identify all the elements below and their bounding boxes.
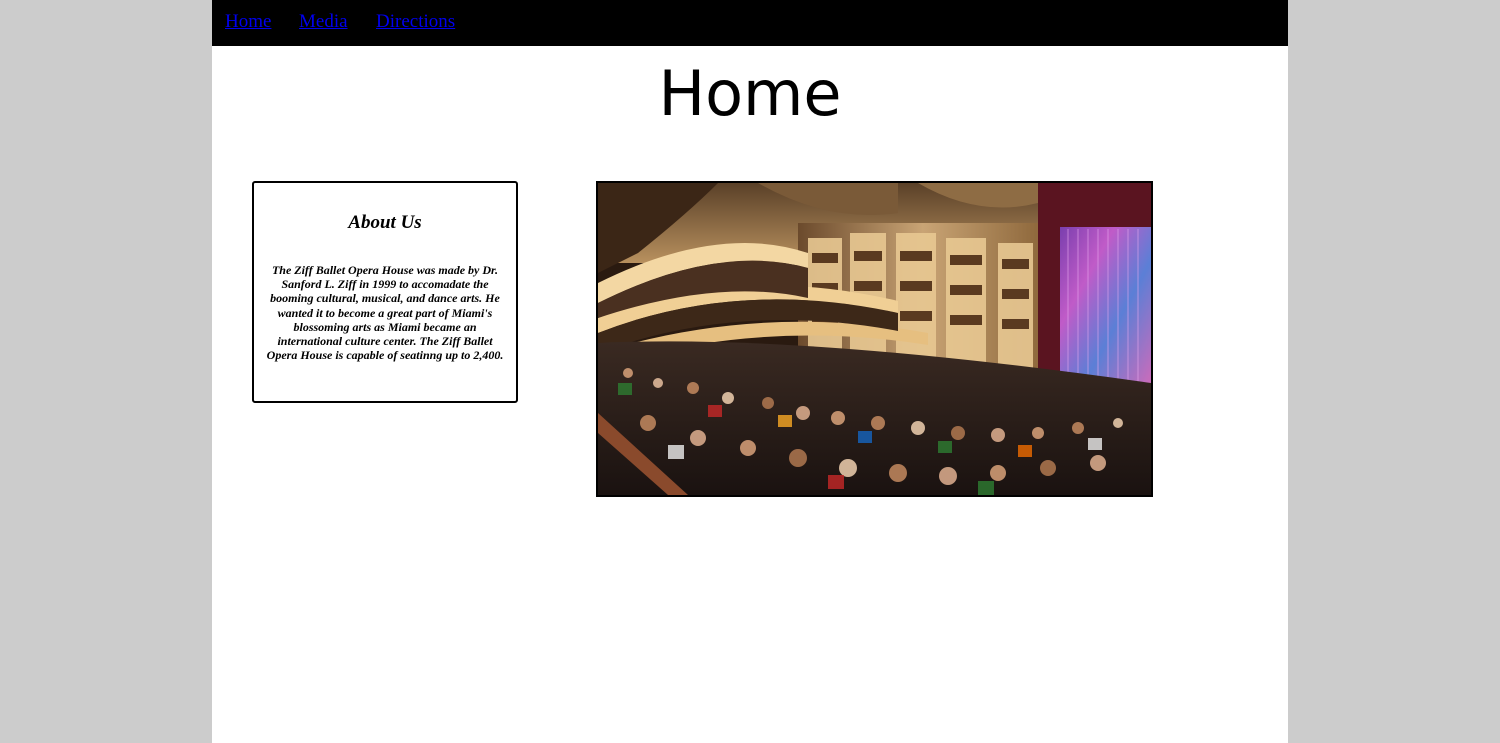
- page-title: Home: [658, 57, 842, 130]
- page-container: Home Media Directions Home About Us The …: [212, 0, 1288, 743]
- opera-house-photo: [596, 181, 1153, 497]
- nav-link-directions[interactable]: Directions: [376, 11, 455, 33]
- about-us-heading: About Us: [348, 212, 422, 233]
- auditorium-illustration: [598, 183, 1151, 495]
- nav-link-media[interactable]: Media: [299, 11, 348, 33]
- about-us-box: About Us The Ziff Ballet Opera House was…: [252, 181, 518, 403]
- top-navbar: Home Media Directions: [212, 0, 1288, 46]
- nav-link-home[interactable]: Home: [225, 11, 271, 33]
- about-us-text: The Ziff Ballet Opera House was made by …: [266, 263, 504, 363]
